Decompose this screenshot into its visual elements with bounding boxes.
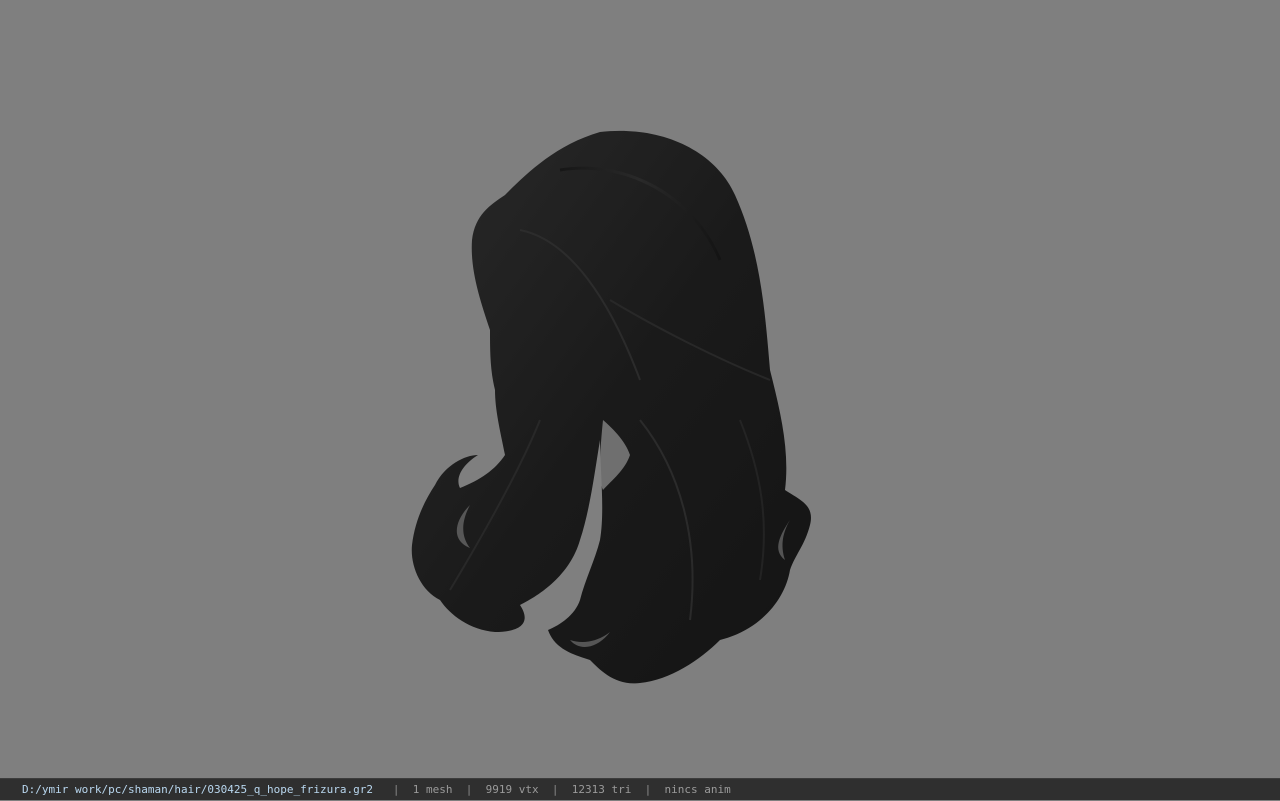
3d-viewport[interactable] (0, 0, 1280, 778)
file-path: D:/ymir work/pc/shaman/hair/030425_q_hop… (22, 783, 373, 796)
separator: | (644, 783, 652, 796)
triangle-count: 12313 tri (571, 783, 632, 796)
status-bar: D:/ymir work/pc/shaman/hair/030425_q_hop… (0, 778, 1280, 800)
mesh-count: 1 mesh (412, 783, 453, 796)
vertex-count: 9919 vtx (485, 783, 539, 796)
animation-status: nincs anim (664, 783, 731, 796)
separator: | (392, 783, 400, 796)
hair-silhouette (411, 130, 811, 684)
separator: | (551, 783, 559, 796)
hair-model (411, 130, 811, 684)
separator: | (465, 783, 473, 796)
